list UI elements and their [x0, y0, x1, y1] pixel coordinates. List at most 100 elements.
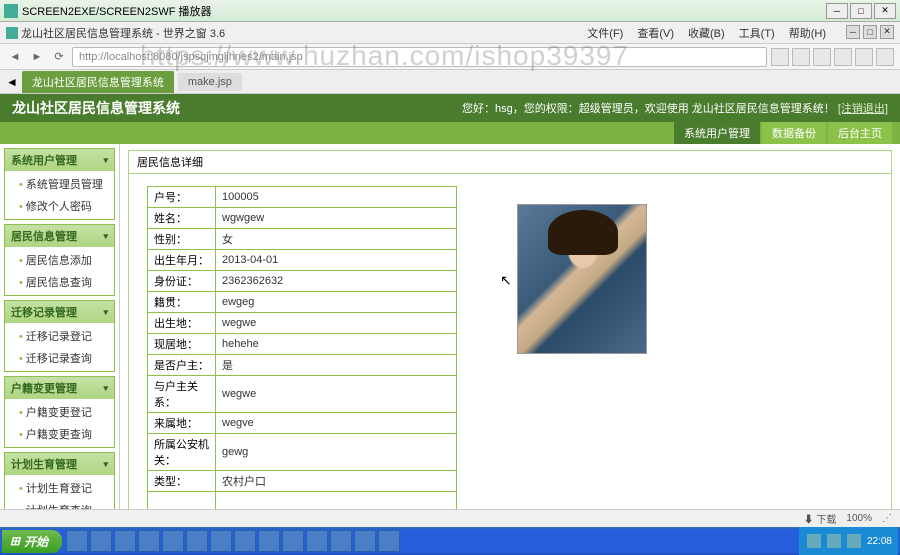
maximize-button[interactable]: □: [850, 3, 872, 19]
sidebar-group-head[interactable]: 系统用户管理: [5, 149, 114, 171]
taskbar-item[interactable]: [330, 530, 352, 552]
url-input[interactable]: http://localhost:8080/jspsqjmgljhnes2/ma…: [72, 47, 767, 67]
taskbar-item[interactable]: [354, 530, 376, 552]
menu-tools[interactable]: 工具(T): [739, 25, 775, 41]
sidebar-item[interactable]: 居民信息添加: [5, 249, 114, 271]
sidebar-item[interactable]: 居民信息查询: [5, 271, 114, 293]
sidebar-item[interactable]: 系统管理员管理: [5, 173, 114, 195]
sidebar-group-head[interactable]: 迁移记录管理: [5, 301, 114, 323]
browser-max-button[interactable]: □: [863, 25, 877, 39]
taskbar-item[interactable]: [90, 530, 112, 552]
resize-grip-icon[interactable]: ⋰: [882, 513, 892, 524]
sidebar-group-items: 系统管理员管理修改个人密码: [5, 171, 114, 219]
sidebar-group-head[interactable]: 计划生育管理: [5, 453, 114, 475]
field-label: 备注：: [148, 492, 216, 510]
toolbar-btn-6[interactable]: [876, 48, 894, 66]
field-value: gewg: [216, 434, 457, 471]
tab-back-button[interactable]: ◄: [6, 75, 18, 89]
back-button[interactable]: ◄: [6, 48, 24, 66]
toolbar-btn-2[interactable]: [792, 48, 810, 66]
table-row: 身份证：2362362632: [148, 271, 457, 292]
sidebar-item[interactable]: 修改个人密码: [5, 195, 114, 217]
sidebar-item[interactable]: 计划生育登记: [5, 477, 114, 499]
page-tab-label: 龙山社区居民信息管理系统: [32, 74, 164, 90]
tray-icon[interactable]: [827, 534, 841, 548]
toolbar-btn-1[interactable]: [771, 48, 789, 66]
browser-min-button[interactable]: ─: [846, 25, 860, 39]
taskbar-item[interactable]: [282, 530, 304, 552]
nav-home[interactable]: 后台主页: [828, 122, 892, 144]
forward-button[interactable]: ►: [28, 48, 46, 66]
field-value: ewgeg: [216, 292, 457, 313]
menu-file[interactable]: 文件(F): [587, 25, 623, 41]
taskbar-item[interactable]: [234, 530, 256, 552]
sidebar-group: 户籍变更管理户籍变更登记户籍变更查询: [4, 376, 115, 448]
tray-icon[interactable]: [807, 534, 821, 548]
start-label: 开始: [24, 533, 48, 550]
toolbar-btn-3[interactable]: [813, 48, 831, 66]
taskbar-item[interactable]: [114, 530, 136, 552]
table-row: 出生地：wegwe: [148, 313, 457, 334]
menu-fav[interactable]: 收藏(B): [688, 25, 725, 41]
sidebar-item[interactable]: 户籍变更查询: [5, 423, 114, 445]
taskbar-item[interactable]: [186, 530, 208, 552]
nav-backup[interactable]: 数据备份: [762, 122, 826, 144]
taskbar-buttons: [66, 530, 799, 552]
table-row: 现居地：hehehe: [148, 334, 457, 355]
page-tab-2[interactable]: make.jsp: [178, 73, 242, 91]
taskbar-item[interactable]: [210, 530, 232, 552]
table-row: 是否户主：是: [148, 355, 457, 376]
taskbar-item[interactable]: [306, 530, 328, 552]
table-row: 备注：ewgewge: [148, 492, 457, 510]
sidebar-group: 系统用户管理系统管理员管理修改个人密码: [4, 148, 115, 220]
page-tab-active[interactable]: 龙山社区居民信息管理系统: [22, 71, 174, 93]
nav-user-mgmt[interactable]: 系统用户管理: [674, 122, 760, 144]
field-label: 类型：: [148, 471, 216, 492]
tray-time[interactable]: 22:08: [867, 536, 892, 547]
sidebar-item[interactable]: 迁移记录登记: [5, 325, 114, 347]
field-value: 女: [216, 229, 457, 250]
download-indicator[interactable]: ⬇ 下载: [804, 511, 837, 526]
detail-panel: 居民信息详细 户号：100005姓名：wgwgew性别：女出生年月：2013-0…: [128, 150, 892, 509]
welcome-msg: 您好：hsg，您的权限：超级管理员，欢迎使用 龙山社区居民信息管理系统！: [462, 103, 835, 115]
start-button[interactable]: ⊞ 开始: [2, 530, 62, 553]
field-value: 2013-04-01: [216, 250, 457, 271]
taskbar-item[interactable]: [66, 530, 88, 552]
logout-link[interactable]: [注销退出]: [838, 103, 888, 115]
panel-body: 户号：100005姓名：wgwgew性别：女出生年月：2013-04-01身份证…: [129, 174, 891, 509]
menu-view[interactable]: 查看(V): [637, 25, 674, 41]
zoom-indicator[interactable]: 100%: [846, 513, 872, 524]
sidebar-group-head[interactable]: 居民信息管理: [5, 225, 114, 247]
table-row: 类型：农村户口: [148, 471, 457, 492]
menu-help[interactable]: 帮助(H): [789, 25, 826, 41]
window-buttons: ─ □ ✕: [826, 3, 896, 19]
field-label: 与户主关系：: [148, 376, 216, 413]
close-button[interactable]: ✕: [874, 3, 896, 19]
sidebar-group-head[interactable]: 户籍变更管理: [5, 377, 114, 399]
table-row: 性别：女: [148, 229, 457, 250]
field-value: hehehe: [216, 334, 457, 355]
taskbar-item[interactable]: [138, 530, 160, 552]
sidebar-item[interactable]: 迁移记录查询: [5, 347, 114, 369]
toolbar-btn-4[interactable]: [834, 48, 852, 66]
minimize-button[interactable]: ─: [826, 3, 848, 19]
address-bar: ◄ ► ⟳ http://localhost:8080/jspsqjmgljhn…: [0, 44, 900, 70]
browser-tab-row: 龙山社区居民信息管理系统 - 世界之窗 3.6 文件(F) 查看(V) 收藏(B…: [0, 22, 900, 44]
toolbar-btn-5[interactable]: [855, 48, 873, 66]
browser-close-button[interactable]: ✕: [880, 25, 894, 39]
tray-icon[interactable]: [847, 534, 861, 548]
sidebar-item[interactable]: 计划生育查询: [5, 499, 114, 509]
panel-title: 居民信息详细: [129, 151, 891, 174]
sidebar: 系统用户管理系统管理员管理修改个人密码居民信息管理居民信息添加居民信息查询迁移记…: [0, 144, 120, 509]
field-value: wegve: [216, 413, 457, 434]
table-row: 与户主关系：wegwe: [148, 376, 457, 413]
field-value: 100005: [216, 187, 457, 208]
taskbar-item[interactable]: [378, 530, 400, 552]
reload-button[interactable]: ⟳: [50, 48, 68, 66]
taskbar-item[interactable]: [258, 530, 280, 552]
taskbar-item[interactable]: [162, 530, 184, 552]
field-value: wegwe: [216, 376, 457, 413]
browser-tab[interactable]: 龙山社区居民信息管理系统 - 世界之窗 3.6: [6, 25, 225, 41]
main-area: 系统用户管理系统管理员管理修改个人密码居民信息管理居民信息添加居民信息查询迁移记…: [0, 144, 900, 509]
sidebar-item[interactable]: 户籍变更登记: [5, 401, 114, 423]
